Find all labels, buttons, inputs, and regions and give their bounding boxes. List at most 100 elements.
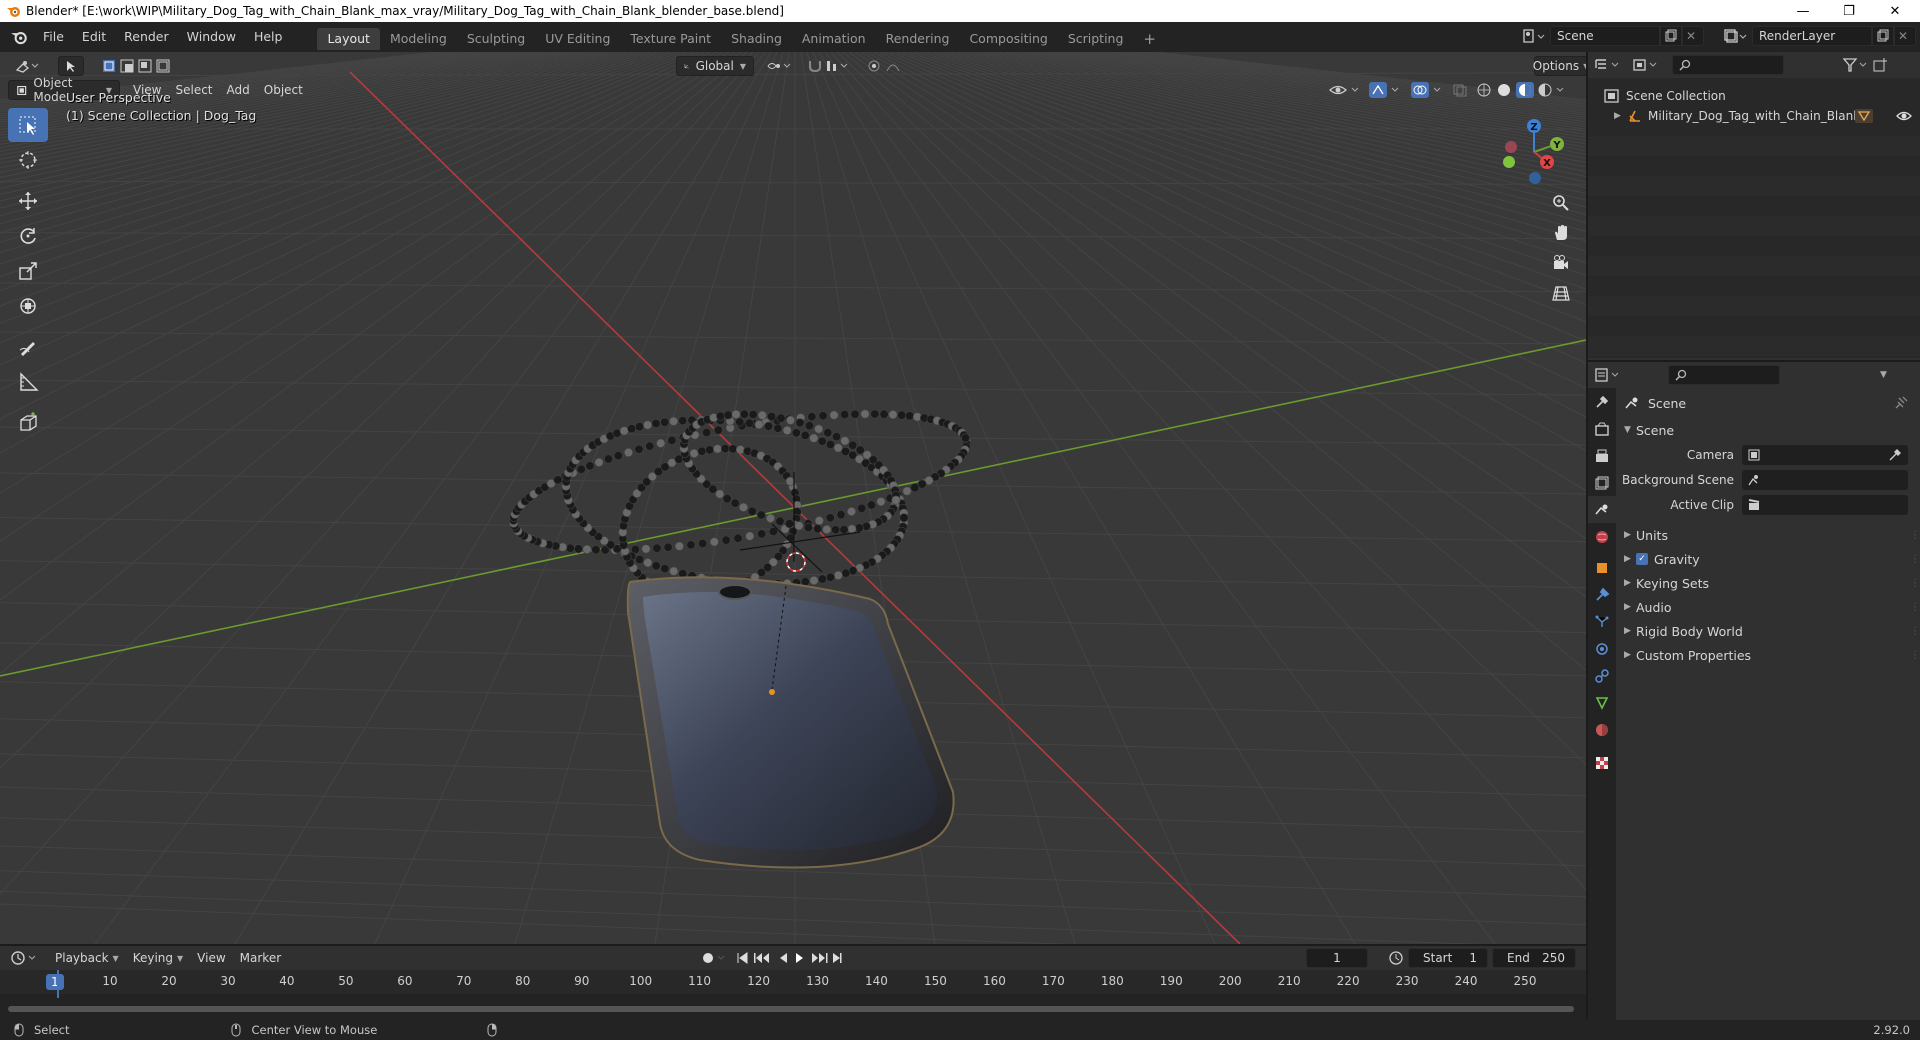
- timeline-ruler[interactable]: 1 10 20 30 40 50 60 70 80 90 100 110 120 130 140 150 16…: [0, 970, 1586, 994]
- drag-handle-icon[interactable]: ⋮: [1910, 650, 1920, 661]
- background-scene-field[interactable]: [1742, 469, 1908, 490]
- annotate-tool[interactable]: [8, 330, 48, 364]
- tab-object-icon[interactable]: [1588, 554, 1616, 581]
- tab-sculpting[interactable]: Sculpting: [457, 28, 535, 50]
- playback-controls[interactable]: [734, 948, 844, 968]
- visibility-eye-icon[interactable]: [1896, 109, 1912, 123]
- select-tool-icon[interactable]: [58, 56, 84, 76]
- current-frame-indicator[interactable]: 1: [46, 974, 64, 990]
- tab-texture-icon[interactable]: [1588, 749, 1616, 776]
- menu-edit[interactable]: Edit: [73, 22, 115, 52]
- navigation-gizmo[interactable]: Z Y X: [1494, 112, 1574, 192]
- units-panel-header[interactable]: ▶ Units ⋮: [1618, 523, 1920, 547]
- blender-menu-icon[interactable]: [10, 28, 28, 46]
- outliner-row-object[interactable]: ▶ Military_Dog_Tag_with_Chain_Blank: [1588, 106, 1920, 126]
- proportional-editing-icon[interactable]: [860, 56, 918, 76]
- custom-properties-panel-header[interactable]: ▶ Custom Properties ⋮: [1618, 643, 1920, 667]
- visibility-eye-icon[interactable]: [1328, 82, 1362, 98]
- expand-arrow-icon[interactable]: ▶: [1614, 111, 1626, 121]
- tab-physics-icon[interactable]: [1588, 635, 1616, 662]
- menu-file[interactable]: File: [34, 22, 73, 52]
- 3d-viewport[interactable]: Global ▼ Options ▼ Object Mode ▼: [0, 52, 1586, 944]
- drag-handle-icon[interactable]: ⋮: [1910, 530, 1920, 541]
- perspective-toggle-icon[interactable]: [1548, 280, 1574, 306]
- outliner-editor-type-icon[interactable]: [1594, 57, 1624, 73]
- transform-orientation-dropdown[interactable]: Global ▼: [676, 56, 754, 76]
- tab-texture-paint[interactable]: Texture Paint: [620, 28, 721, 50]
- keying-sets-panel-header[interactable]: ▶ Keying Sets ⋮: [1618, 571, 1920, 595]
- selection-mode-icons[interactable]: [94, 56, 188, 76]
- filter-icon[interactable]: [1842, 57, 1872, 73]
- delete-view-layer-icon[interactable]: ✕: [1894, 26, 1916, 46]
- tab-shading[interactable]: Shading: [721, 28, 792, 50]
- add-workspace-button[interactable]: +: [1133, 28, 1166, 50]
- tab-scene-icon[interactable]: [1588, 496, 1616, 523]
- outliner-row-scene-collection[interactable]: Scene Collection: [1588, 86, 1920, 106]
- menu-window[interactable]: Window: [178, 22, 245, 52]
- tab-world-icon[interactable]: [1588, 523, 1616, 550]
- timeline-menu-view[interactable]: View: [190, 948, 232, 968]
- view-layer-icon[interactable]: [1722, 26, 1748, 46]
- rotate-tool[interactable]: [8, 219, 48, 253]
- current-frame-field[interactable]: 1: [1306, 948, 1368, 968]
- tab-render-icon[interactable]: [1588, 415, 1616, 442]
- scene-selector-icon[interactable]: [1520, 26, 1546, 46]
- tab-tool-icon[interactable]: [1588, 388, 1616, 415]
- end-frame-field[interactable]: End 250: [1492, 948, 1576, 968]
- restore-button[interactable]: ❐: [1826, 0, 1872, 22]
- new-scene-icon[interactable]: [1660, 26, 1682, 46]
- add-cube-tool[interactable]: [8, 406, 48, 440]
- new-collection-icon[interactable]: [1872, 57, 1890, 73]
- drag-handle-icon[interactable]: ⋮: [1910, 554, 1920, 565]
- tab-compositing[interactable]: Compositing: [959, 28, 1057, 50]
- tab-output-icon[interactable]: [1588, 442, 1616, 469]
- eyedropper-icon[interactable]: [1888, 448, 1902, 462]
- gravity-panel-header[interactable]: ▶ ✓ Gravity ⋮: [1618, 547, 1920, 571]
- gravity-checkbox[interactable]: ✓: [1636, 553, 1648, 565]
- minimize-button[interactable]: —: [1780, 0, 1826, 22]
- scale-tool[interactable]: [8, 254, 48, 288]
- xray-toggle-icon[interactable]: [1452, 82, 1468, 98]
- tab-material-icon[interactable]: [1588, 716, 1616, 743]
- new-view-layer-icon[interactable]: [1872, 26, 1894, 46]
- auto-keying-record-icon[interactable]: [700, 948, 730, 968]
- editor-type-icon[interactable]: [8, 56, 48, 76]
- start-frame-field[interactable]: Start 1: [1408, 948, 1488, 968]
- overlays-toggle-icon[interactable]: [1410, 81, 1446, 99]
- tab-layout[interactable]: Layout: [317, 28, 380, 50]
- tab-uv-editing[interactable]: UV Editing: [535, 28, 620, 50]
- drag-handle-icon[interactable]: ⋮: [1910, 578, 1920, 589]
- viewport-menu-select[interactable]: Select: [168, 80, 219, 100]
- tab-object-data-icon[interactable]: [1588, 689, 1616, 716]
- close-button[interactable]: ✕: [1872, 0, 1918, 22]
- camera-field[interactable]: [1742, 444, 1908, 465]
- properties-search-input[interactable]: [1668, 365, 1780, 385]
- pan-view-icon[interactable]: [1548, 220, 1574, 246]
- timeline-track[interactable]: [0, 970, 1586, 1022]
- cursor-tool[interactable]: [8, 143, 48, 177]
- tab-scripting[interactable]: Scripting: [1058, 28, 1134, 50]
- snap-icon[interactable]: [800, 56, 860, 76]
- viewport-menu-object[interactable]: Object: [257, 80, 310, 100]
- move-tool[interactable]: [8, 184, 48, 218]
- tab-constraints-icon[interactable]: [1588, 662, 1616, 689]
- pivot-point-icon[interactable]: [758, 56, 800, 76]
- zoom-view-icon[interactable]: [1548, 190, 1574, 216]
- delete-scene-icon[interactable]: ✕: [1682, 26, 1704, 46]
- options-dropdown[interactable]: Options ▼: [1533, 56, 1586, 76]
- shading-mode-icons[interactable]: [1474, 81, 1566, 99]
- display-mode-icon[interactable]: [1632, 57, 1662, 73]
- scene-panel-header[interactable]: ▼ Scene: [1618, 418, 1918, 442]
- active-clip-field[interactable]: [1742, 494, 1908, 515]
- render-layer-field[interactable]: RenderLayer: [1752, 26, 1872, 46]
- viewport-menu-add[interactable]: Add: [220, 80, 257, 100]
- timeline-menu-keying[interactable]: Keying ▼: [126, 948, 190, 968]
- timeline-scrollbar[interactable]: [8, 1006, 1574, 1012]
- timeline-menu-marker[interactable]: Marker: [233, 948, 288, 968]
- select-box-tool[interactable]: [8, 108, 48, 142]
- drag-handle-icon[interactable]: ⋮: [1910, 602, 1920, 613]
- measure-tool[interactable]: [8, 365, 48, 399]
- tab-modifiers-icon[interactable]: [1588, 581, 1616, 608]
- tab-rendering[interactable]: Rendering: [876, 28, 960, 50]
- tab-animation[interactable]: Animation: [792, 28, 876, 50]
